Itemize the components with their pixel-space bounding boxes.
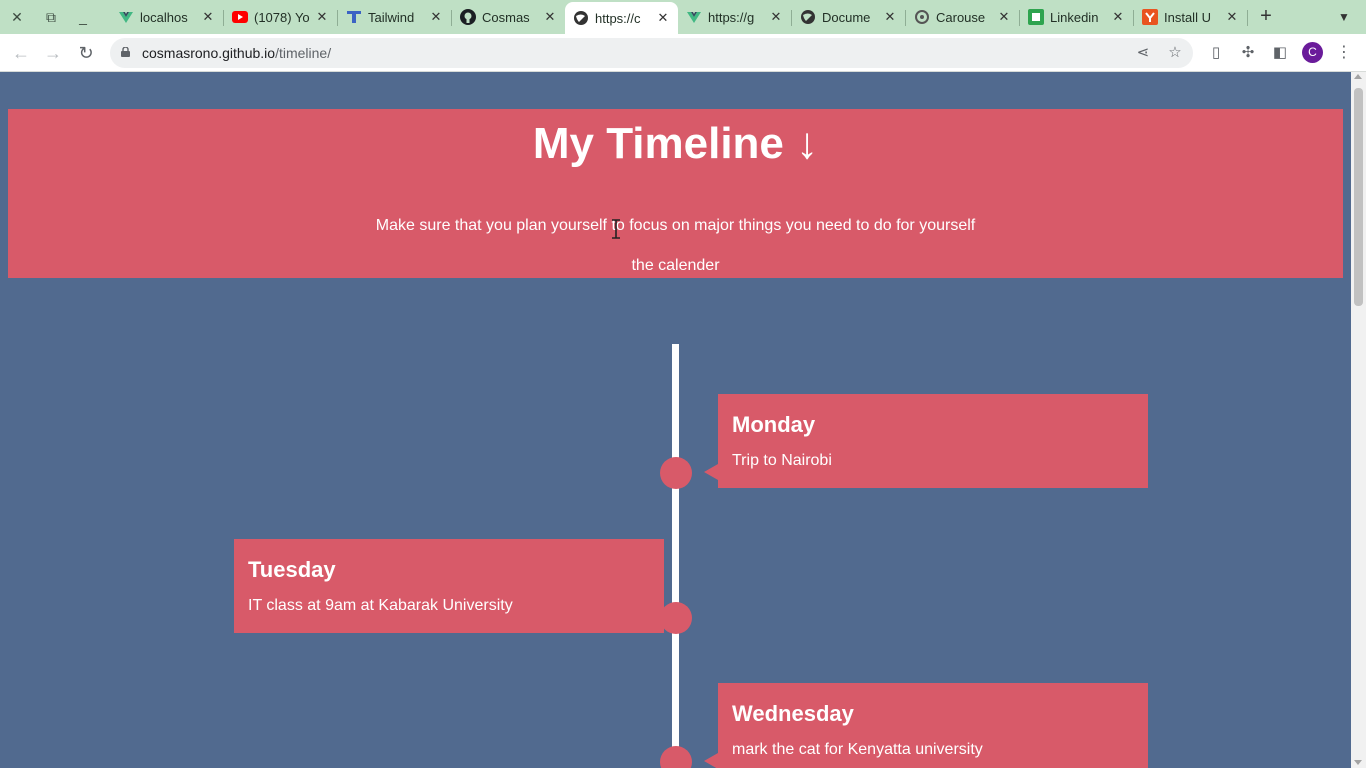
tab-close-icon[interactable]: ✕ [656,10,670,26]
event-day: Monday [732,412,816,437]
page-title: My Timeline ↓ [532,119,819,168]
reading-mode-icon[interactable]: ▯ [1205,42,1227,64]
timeline-dot [660,746,692,768]
card-pointer [704,753,718,768]
tab-close-icon[interactable]: ✕ [1111,9,1125,25]
tab-youtube[interactable]: (1078) Yo ✕ [224,3,337,31]
scroll-up-arrow-icon[interactable] [1354,74,1362,79]
profile-avatar[interactable]: C [1302,42,1323,63]
timeline-line [672,344,679,768]
event-day: Wednesday [732,701,854,726]
globe-icon [801,10,815,24]
tab-label: Linkedin [1050,9,1099,25]
tab-localhost[interactable]: localhos ✕ [110,3,223,31]
tab-tailwind[interactable]: Tailwind ✕ [338,3,451,31]
tab-install[interactable]: Install U ✕ [1134,3,1247,31]
tab-label: Docume [822,9,871,25]
bookmark-star-icon[interactable]: ☆ [1165,43,1185,63]
timeline-event-card: Wednesday mark the cat for Kenyatta univ… [704,683,1148,768]
timeline-event-card: Monday Trip to Nairobi [704,394,1148,488]
reload-icon[interactable]: ↻ [73,41,99,65]
page-scrollbar[interactable] [1351,72,1366,768]
card-pointer [704,464,718,480]
tab-document[interactable]: Docume ✕ [792,3,905,31]
tab-label: localhos [140,9,188,25]
page-viewport: My Timeline ↓ Make sure that you plan yo… [0,72,1351,768]
hero-banner: My Timeline ↓ Make sure that you plan yo… [8,109,1343,278]
extensions-puzzle-icon[interactable]: ✣ [1237,42,1259,64]
tab-close-icon[interactable]: ✕ [429,9,443,25]
page-subtitle-calender: the calender [631,257,720,274]
tab-label: Carouse [936,9,986,25]
tab-close-icon[interactable]: ✕ [543,9,557,25]
menu-kebab-icon[interactable]: ⋮ [1334,42,1354,64]
tab-carousel[interactable]: Carouse ✕ [906,3,1019,31]
event-day: Tuesday [248,557,336,582]
tab-linkedin[interactable]: Linkedin ✕ [1020,3,1133,31]
side-panel-icon[interactable]: ◧ [1269,42,1291,64]
tab-search-chevron-icon[interactable]: ▼ [1333,6,1355,28]
tab-github-pages[interactable]: https://g ✕ [678,3,791,31]
new-tab-icon[interactable]: + [1255,5,1277,27]
tab-github[interactable]: Cosmas ✕ [452,3,565,31]
tab-timeline-active[interactable]: https://c ✕ [565,2,678,34]
text-cursor-icon [612,219,620,239]
tab-close-icon[interactable]: ✕ [315,9,329,25]
tab-label: Install U [1164,9,1211,25]
timeline-dot [660,602,692,634]
url-text[interactable]: cosmasrono.github.io/timeline/ [142,45,331,61]
github-icon [460,9,476,25]
timeline-event-card: Tuesday IT class at 9am at Kabarak Unive… [234,539,664,633]
vite-icon [119,12,133,23]
close-window-icon[interactable]: ✕ [6,6,28,28]
tab-label: https://g [708,9,755,25]
event-text: Trip to Nairobi [732,452,832,469]
tab-label: https://c [595,10,641,26]
tab-close-icon[interactable]: ✕ [997,9,1011,25]
page-subtitle: Make sure that you plan yourself to focu… [375,217,976,234]
globe-icon [574,11,588,25]
minimize-window-icon[interactable]: _ [72,6,94,28]
url-host: cosmasrono.github.io [142,45,276,61]
tab-close-icon[interactable]: ✕ [1225,9,1239,25]
tab-close-icon[interactable]: ✕ [769,9,783,25]
vite-icon [687,12,701,23]
url-path: /timeline/ [275,45,332,61]
tab-label: Tailwind [368,9,415,25]
tab-close-icon[interactable]: ✕ [883,9,897,25]
tab-strip: ✕ ⧉ _ localhos ✕ (1078) Yo ✕ Tailwind ✕ … [0,0,1366,34]
share-icon[interactable]: ⋖ [1133,43,1153,63]
event-text: IT class at 9am at Kabarak University [248,597,513,614]
tab-label: Cosmas [482,9,530,25]
lock-icon [121,47,130,57]
ubuntu-icon [1142,9,1158,25]
youtube-icon [232,11,248,23]
back-arrow-icon[interactable]: ← [8,41,34,65]
scroll-thumb[interactable] [1354,88,1363,306]
tab-close-icon[interactable]: ✕ [201,9,215,25]
restore-window-icon[interactable]: ⧉ [40,6,62,28]
linkedin-icon [1028,9,1044,25]
scroll-down-arrow-icon[interactable] [1354,760,1362,765]
forward-arrow-icon[interactable]: → [40,41,66,65]
address-bar[interactable]: cosmasrono.github.io/timeline/ ⋖ ☆ [110,38,1193,68]
event-text: mark the cat for Kenyatta university [732,741,983,758]
timeline-dot [660,457,692,489]
tailwind-icon [347,11,361,23]
openai-icon [915,10,929,24]
browser-toolbar: ← → ↻ cosmasrono.github.io/timeline/ ⋖ ☆… [0,34,1366,72]
tab-label: (1078) Yo [254,9,310,25]
